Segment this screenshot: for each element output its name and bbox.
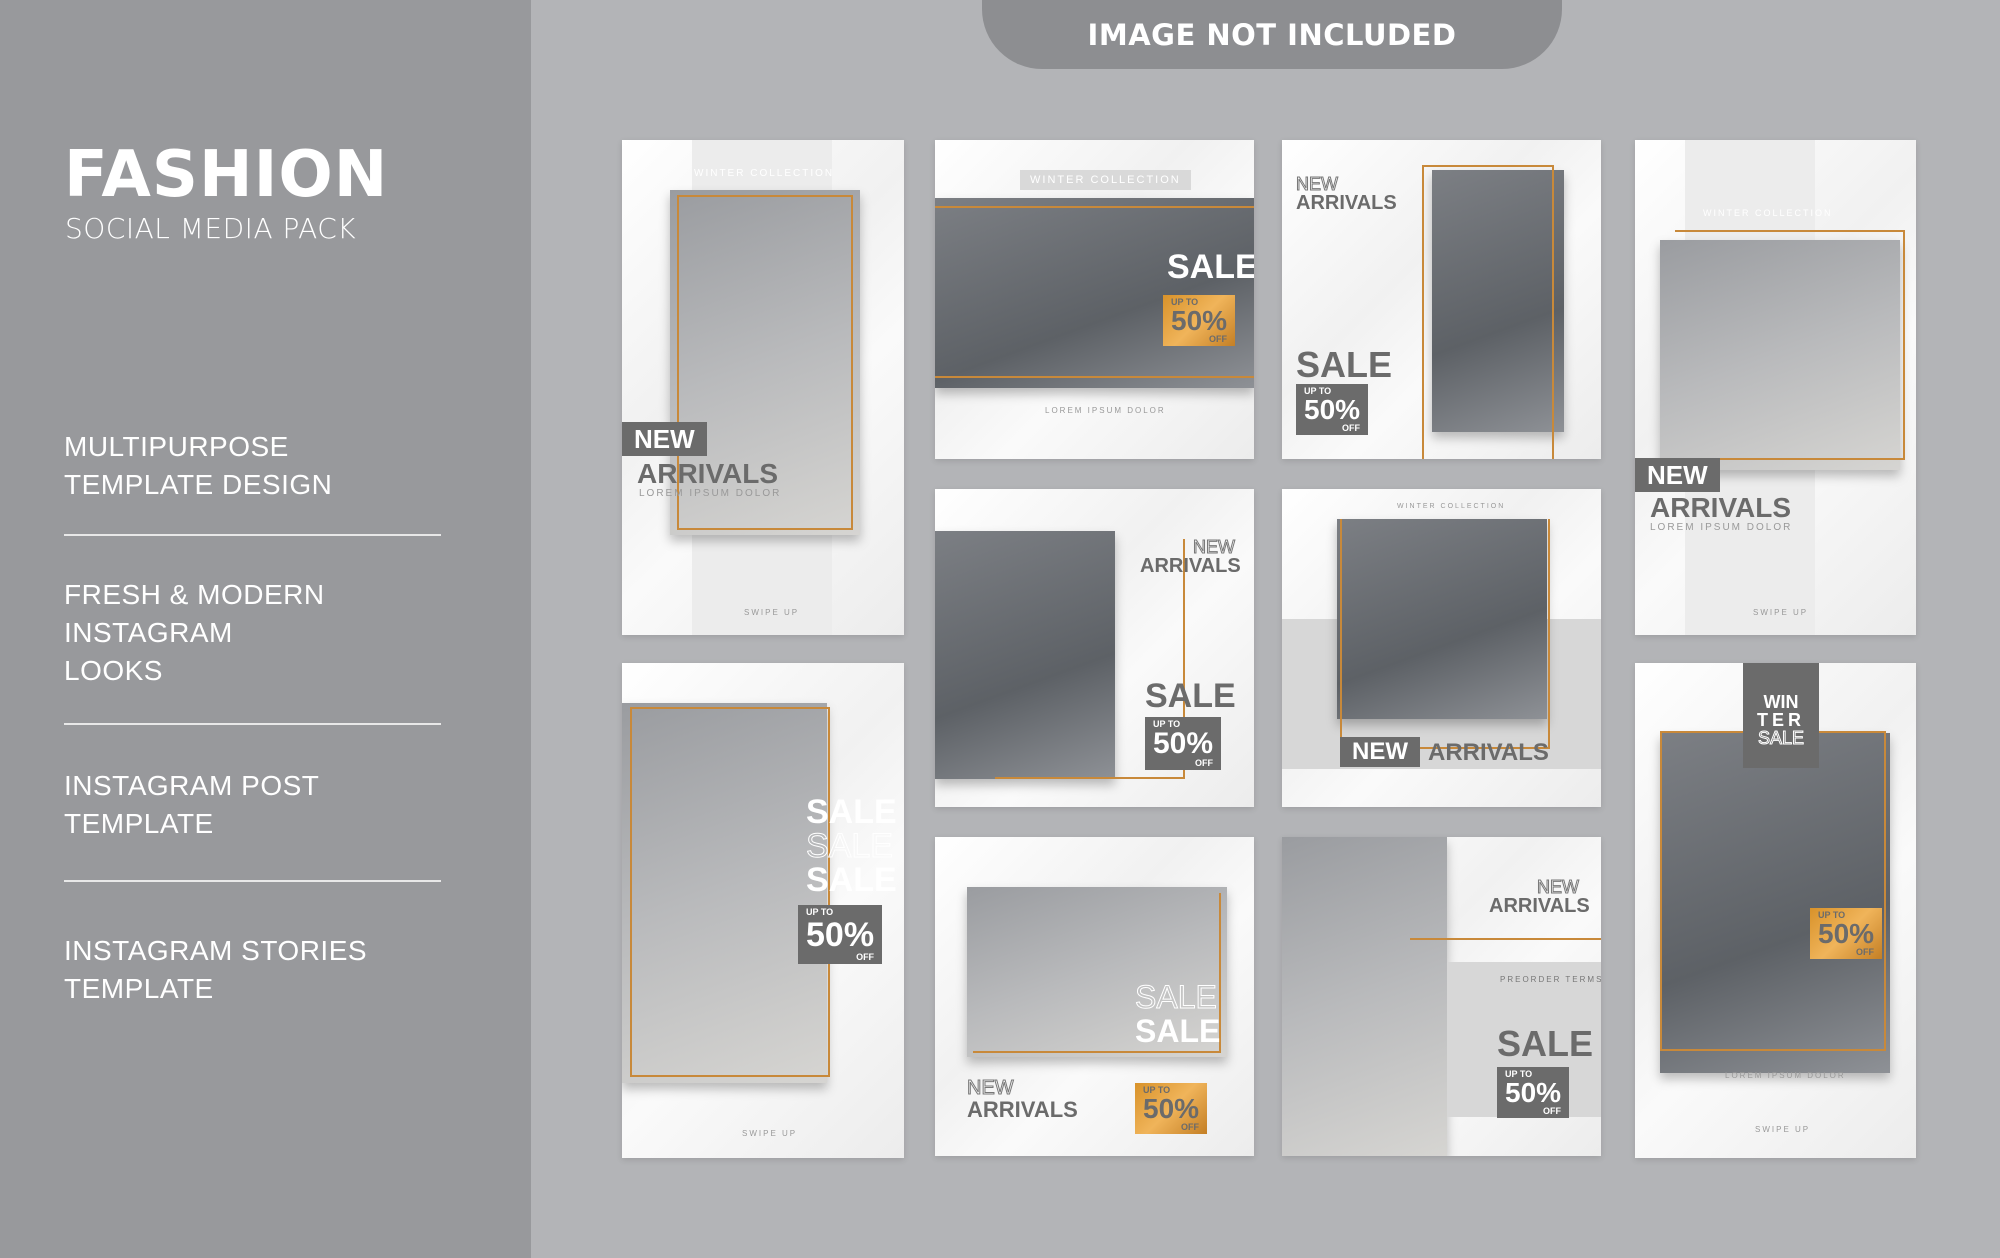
off: OFF: [1856, 947, 1875, 957]
gold-frame: [1660, 731, 1886, 1051]
new-label: NEW: [1635, 458, 1720, 492]
lorem-label: LOREM IPSUM DOLOR: [1725, 1071, 1846, 1080]
feature-stories-template: INSTAGRAM STORIES TEMPLATE: [64, 935, 368, 1004]
swipe-up[interactable]: SWIPE UP: [1755, 1125, 1810, 1134]
arrivals-label: ARRIVALS: [1489, 895, 1590, 917]
arrivals-label: ARRIVALS: [967, 1097, 1078, 1122]
swipe-up[interactable]: SWIPE UP: [742, 1129, 797, 1138]
post-template-preorder: NEW ARRIVALS PREORDER TERMS SALE UP TO 50…: [1282, 837, 1601, 1156]
divider: [64, 723, 441, 725]
percent: 50%: [1818, 918, 1875, 949]
post-template-new-arrivals-sweater: WINTER COLLECTION NEW ARRIVALS: [1282, 489, 1601, 807]
discount-badge: UP TO 50% OFF: [1497, 1067, 1570, 1118]
swipe-up[interactable]: SWIPE UP: [1753, 608, 1808, 617]
sale-label: SALE: [1145, 677, 1236, 715]
winter-collection-label: WINTER COLLECTION: [1397, 503, 1506, 510]
sale-label-outline: SALE: [1135, 979, 1218, 1016]
discount-badge: UP TO 50% OFF: [1810, 908, 1883, 959]
photo: [1282, 837, 1447, 1156]
win-ter-sale-box: WIN TER SALE: [1743, 663, 1819, 768]
pack-title: FASHION: [64, 138, 389, 212]
gold-frame: [1422, 165, 1554, 459]
winter-collection-label: WINTER COLLECTION: [1020, 170, 1191, 190]
arrivals-label: ARRIVALS: [1650, 492, 1792, 523]
discount-badge: UP TO 50% OFF: [1145, 717, 1222, 770]
divider: [64, 880, 441, 882]
gold-lines: [935, 206, 1254, 378]
arrivals-label: ARRIVALS: [1296, 192, 1397, 214]
gold-frame: [1340, 519, 1550, 749]
gold-line: [1410, 938, 1601, 940]
off: OFF: [1181, 1122, 1200, 1132]
feature-multipurpose: MULTIPURPOSE TEMPLATE DESIGN: [64, 431, 333, 500]
percent: 50%: [1171, 305, 1228, 336]
sale-label: SALE: [1497, 1023, 1594, 1064]
percent: 50%: [806, 916, 875, 954]
sale-label: SALE: [806, 861, 897, 899]
percent: 50%: [1304, 394, 1361, 425]
feature-post-template: INSTAGRAM POST TEMPLATE: [64, 770, 320, 839]
story-template-winter-sale: WIN TER SALE UP TO 50% OFF LOREM IPSUM DOLOR…: [1635, 663, 1916, 1158]
new-label: NEW: [1340, 737, 1420, 767]
percent: 50%: [1143, 1093, 1200, 1124]
post-template-sale-sweater: SALE SALE NEW ARRIVALS UP TO 50% OFF: [935, 837, 1254, 1156]
winter-collection-label: WINTER COLLECTION: [1703, 208, 1833, 218]
discount-badge: UP TO 50% OFF: [1296, 384, 1369, 435]
post-template-sale-camera: WINTER COLLECTION SALE UP TO 50% OFF LOREM…: [935, 140, 1254, 459]
gold-frame: [630, 707, 830, 1077]
sale-label: SALE: [1296, 344, 1393, 385]
story-template-new-arrivals: WINTER COLLECTION NEW ARRIVALS LOREM IPS…: [622, 140, 904, 635]
percent: 50%: [1505, 1077, 1562, 1108]
arrivals-label: ARRIVALS: [1428, 739, 1549, 766]
arrivals-label: ARRIVALS: [1140, 555, 1241, 577]
sale-label: SALE: [1135, 1013, 1221, 1049]
discount-badge: UP TO 50% OFF: [798, 905, 883, 964]
swipe-up[interactable]: SWIPE UP: [744, 608, 799, 617]
feature-fresh-modern: FRESH & MODERN INSTAGRAM LOOKS: [64, 579, 325, 686]
win: WIN: [1763, 692, 1799, 712]
sale: SALE: [1757, 728, 1805, 748]
story-template-sale: SALE SALE SALE UP TO 50% OFF SWIPE UP: [622, 663, 904, 1158]
arrivals-label: ARRIVALS: [637, 458, 779, 489]
sidebar: FASHION SOCIAL MEDIA PACK MULTIPURPOSE T…: [0, 0, 531, 1258]
off: OFF: [1543, 1106, 1562, 1116]
off: OFF: [856, 952, 875, 962]
gold-frame: [1675, 230, 1905, 460]
lorem-label: LOREM IPSUM DOLOR: [1650, 522, 1793, 533]
lorem-label: LOREM IPSUM DOLOR: [1045, 406, 1166, 415]
pack-subtitle: SOCIAL MEDIA PACK: [65, 212, 357, 245]
new-label: NEW: [622, 422, 707, 456]
percent: 50%: [1153, 727, 1214, 760]
preorder-terms: PREORDER TERMS: [1500, 975, 1601, 984]
off: OFF: [1342, 423, 1361, 433]
discount-badge: UP TO 50% OFF: [1135, 1083, 1208, 1134]
winter-collection-label: WINTER COLLECTION: [694, 168, 835, 179]
off: OFF: [1209, 334, 1228, 344]
sale-label: SALE: [1167, 248, 1254, 286]
off: OFF: [1195, 758, 1214, 768]
post-template-sale-stool: NEW ARRIVALS SALE UP TO 50% OFF: [1282, 140, 1601, 459]
story-template-new-arrivals-2: WINTER COLLECTION NEW ARRIVALS LOREM IPS…: [1635, 140, 1916, 635]
discount-badge: UP TO 50% OFF: [1163, 295, 1236, 346]
post-template-new-arrivals: NEW ARRIVALS SALE UP TO 50% OFF: [935, 489, 1254, 807]
image-not-included-banner: IMAGE NOT INCLUDED: [982, 0, 1562, 69]
ter: TER: [1757, 710, 1805, 730]
divider: [64, 534, 441, 536]
lorem-label: LOREM IPSUM DOLOR: [639, 488, 782, 499]
